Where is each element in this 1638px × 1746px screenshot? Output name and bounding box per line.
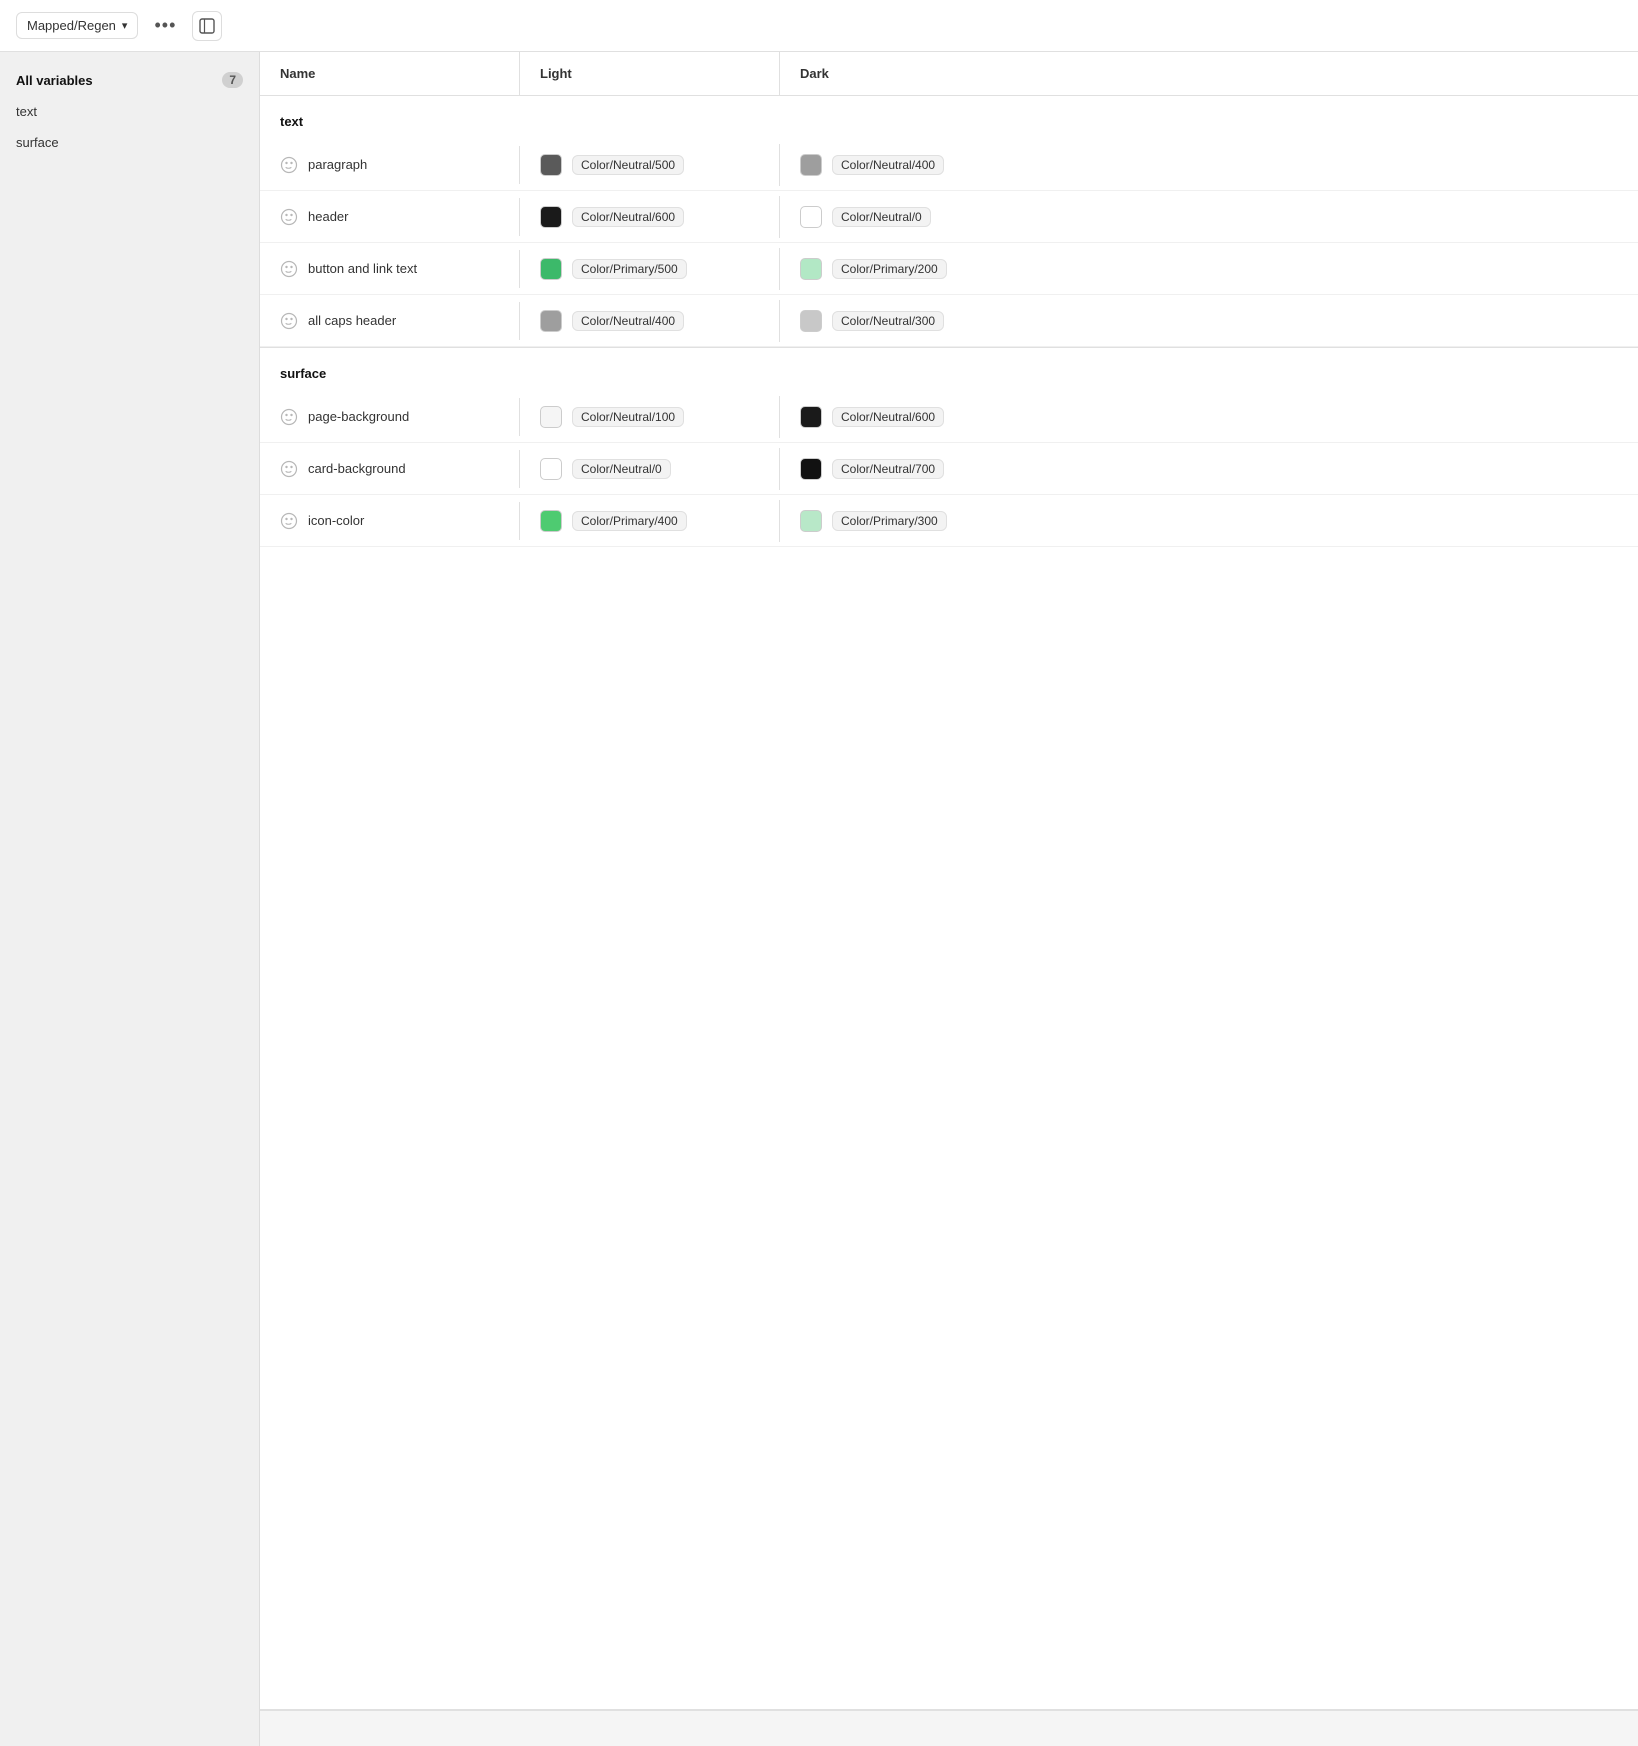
palette-icon <box>280 260 298 278</box>
col-light-label: Light <box>540 66 572 81</box>
cell-light-button-link[interactable]: Color/Primary/500 <box>520 248 780 290</box>
table-row: button and link text Color/Primary/500 C… <box>260 243 1638 295</box>
col-dark-label: Dark <box>800 66 829 81</box>
row-name-page-bg: page-background <box>308 409 409 424</box>
more-icon: ••• <box>154 15 176 36</box>
swatch-dark-all-caps <box>800 310 822 332</box>
swatch-dark-paragraph <box>800 154 822 176</box>
swatch-dark-card-bg <box>800 458 822 480</box>
swatch-light-page-bg <box>540 406 562 428</box>
swatch-light-header <box>540 206 562 228</box>
cell-dark-button-link[interactable]: Color/Primary/200 <box>780 248 1638 290</box>
sidebar-item-text[interactable]: text <box>0 96 259 127</box>
sidebar: All variables 7 text surface <box>0 52 260 1746</box>
sidebar-item-surface[interactable]: surface <box>0 127 259 158</box>
color-tag-dark-all-caps[interactable]: Color/Neutral/300 <box>832 311 944 331</box>
empty-space <box>260 547 1638 1709</box>
cell-dark-paragraph[interactable]: Color/Neutral/400 <box>780 144 1638 186</box>
table-row: icon-color Color/Primary/400 Color/Prima… <box>260 495 1638 547</box>
table-row: paragraph Color/Neutral/500 Color/Neutra… <box>260 139 1638 191</box>
sidebar-surface-label: surface <box>16 135 59 150</box>
row-name-button-link: button and link text <box>308 261 417 276</box>
top-bar: Mapped/Regen ▾ ••• <box>0 0 1638 52</box>
swatch-dark-icon-color <box>800 510 822 532</box>
row-name-all-caps: all caps header <box>308 313 396 328</box>
color-tag-light-page-bg[interactable]: Color/Neutral/100 <box>572 407 684 427</box>
chevron-down-icon: ▾ <box>122 19 128 32</box>
color-tag-dark-header[interactable]: Color/Neutral/0 <box>832 207 931 227</box>
cell-dark-header[interactable]: Color/Neutral/0 <box>780 196 1638 238</box>
table-row: page-background Color/Neutral/100 Color/… <box>260 391 1638 443</box>
section-text-label: text <box>260 96 1638 139</box>
color-tag-light-paragraph[interactable]: Color/Neutral/500 <box>572 155 684 175</box>
cell-name-card-bg: card-background <box>260 450 520 488</box>
swatch-light-paragraph <box>540 154 562 176</box>
cell-dark-page-bg[interactable]: Color/Neutral/600 <box>780 396 1638 438</box>
sidebar-item-all-variables[interactable]: All variables 7 <box>0 64 259 96</box>
color-tag-light-icon-color[interactable]: Color/Primary/400 <box>572 511 687 531</box>
cell-name-button-link: button and link text <box>260 250 520 288</box>
palette-icon <box>280 408 298 426</box>
cell-name-icon-color: icon-color <box>260 502 520 540</box>
table-row: card-background Color/Neutral/0 Color/Ne… <box>260 443 1638 495</box>
color-tag-light-card-bg[interactable]: Color/Neutral/0 <box>572 459 671 479</box>
cell-name-all-caps: all caps header <box>260 302 520 340</box>
cell-dark-all-caps[interactable]: Color/Neutral/300 <box>780 300 1638 342</box>
palette-icon <box>280 208 298 226</box>
col-header-name: Name <box>260 52 520 95</box>
col-header-dark: Dark <box>780 52 1638 95</box>
swatch-light-card-bg <box>540 458 562 480</box>
table-row: all caps header Color/Neutral/400 Color/… <box>260 295 1638 347</box>
cell-name-paragraph: paragraph <box>260 146 520 184</box>
bottom-bar <box>260 1710 1638 1746</box>
color-tag-dark-paragraph[interactable]: Color/Neutral/400 <box>832 155 944 175</box>
swatch-light-button-link <box>540 258 562 280</box>
palette-icon <box>280 312 298 330</box>
cell-light-header[interactable]: Color/Neutral/600 <box>520 196 780 238</box>
collection-label: Mapped/Regen <box>27 18 116 33</box>
cell-light-card-bg[interactable]: Color/Neutral/0 <box>520 448 780 490</box>
row-name-header: header <box>308 209 348 224</box>
row-name-icon-color: icon-color <box>308 513 364 528</box>
swatch-dark-page-bg <box>800 406 822 428</box>
table-header: Name Light Dark <box>260 52 1638 96</box>
col-header-light: Light <box>520 52 780 95</box>
color-tag-dark-card-bg[interactable]: Color/Neutral/700 <box>832 459 944 479</box>
palette-icon <box>280 156 298 174</box>
main-layout: All variables 7 text surface Name Light … <box>0 52 1638 1746</box>
color-tag-light-button-link[interactable]: Color/Primary/500 <box>572 259 687 279</box>
content-area: Name Light Dark text paragraph <box>260 52 1638 1746</box>
row-name-card-bg: card-background <box>308 461 406 476</box>
palette-icon <box>280 512 298 530</box>
section-surface-label: surface <box>260 348 1638 391</box>
cell-light-icon-color[interactable]: Color/Primary/400 <box>520 500 780 542</box>
swatch-dark-button-link <box>800 258 822 280</box>
more-options-button[interactable]: ••• <box>150 11 180 41</box>
swatch-light-all-caps <box>540 310 562 332</box>
cell-light-all-caps[interactable]: Color/Neutral/400 <box>520 300 780 342</box>
swatch-dark-header <box>800 206 822 228</box>
swatch-light-icon-color <box>540 510 562 532</box>
color-tag-dark-page-bg[interactable]: Color/Neutral/600 <box>832 407 944 427</box>
panel-toggle-button[interactable] <box>192 11 222 41</box>
all-variables-count: 7 <box>222 72 243 88</box>
cell-light-page-bg[interactable]: Color/Neutral/100 <box>520 396 780 438</box>
table-row: header Color/Neutral/600 Color/Neutral/0 <box>260 191 1638 243</box>
color-tag-dark-icon-color[interactable]: Color/Primary/300 <box>832 511 947 531</box>
cell-dark-card-bg[interactable]: Color/Neutral/700 <box>780 448 1638 490</box>
palette-icon <box>280 460 298 478</box>
cell-light-paragraph[interactable]: Color/Neutral/500 <box>520 144 780 186</box>
row-name-paragraph: paragraph <box>308 157 367 172</box>
color-tag-dark-button-link[interactable]: Color/Primary/200 <box>832 259 947 279</box>
sidebar-text-label: text <box>16 104 37 119</box>
cell-name-page-bg: page-background <box>260 398 520 436</box>
color-tag-light-all-caps[interactable]: Color/Neutral/400 <box>572 311 684 331</box>
cell-name-header: header <box>260 198 520 236</box>
panel-icon <box>199 18 215 34</box>
collection-dropdown[interactable]: Mapped/Regen ▾ <box>16 12 138 39</box>
cell-dark-icon-color[interactable]: Color/Primary/300 <box>780 500 1638 542</box>
color-tag-light-header[interactable]: Color/Neutral/600 <box>572 207 684 227</box>
col-name-label: Name <box>280 66 315 81</box>
all-variables-label: All variables <box>16 73 93 88</box>
